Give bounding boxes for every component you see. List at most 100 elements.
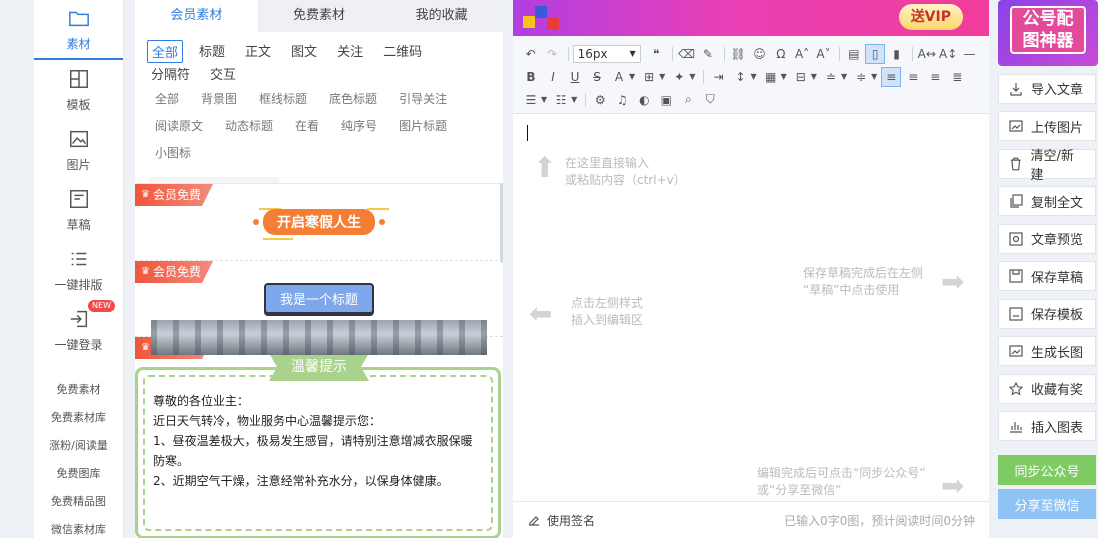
- subcategory-chip[interactable]: 纯序号: [341, 117, 377, 134]
- nav-item-templates[interactable]: 模板: [34, 60, 123, 120]
- save-template-button[interactable]: 保存模板: [998, 298, 1096, 329]
- column-left-icon[interactable]: ▯: [865, 43, 885, 64]
- subcategory-chip[interactable]: 动态标题: [225, 117, 273, 134]
- subcategory-chip[interactable]: 底色标题: [329, 90, 377, 107]
- chevron-down-icon[interactable]: ▼: [750, 72, 756, 81]
- insert-image-icon[interactable]: ▣: [656, 90, 676, 110]
- chevron-down-icon[interactable]: ▼: [781, 72, 787, 81]
- column-right-icon[interactable]: ▮: [887, 44, 906, 64]
- subcategory-chip[interactable]: 全部: [155, 90, 179, 107]
- category-chip[interactable]: 二维码: [379, 40, 426, 63]
- paste-icon[interactable]: ▤: [844, 44, 863, 64]
- nav-link[interactable]: 免费精品图: [34, 488, 123, 516]
- nav-item-auto-layout[interactable]: 一键排版: [34, 240, 123, 300]
- nav-link[interactable]: 免费素材: [34, 376, 123, 404]
- tab-my-favorites[interactable]: 我的收藏: [380, 0, 503, 32]
- horizontal-rule-icon[interactable]: —: [960, 44, 979, 64]
- signature-button[interactable]: 使用签名: [547, 512, 595, 529]
- format-brush-icon[interactable]: ✎: [698, 44, 717, 64]
- building-photo[interactable]: [151, 320, 487, 355]
- vip-button[interactable]: 送VIP: [898, 4, 963, 30]
- nav-item-drafts[interactable]: 草稿: [34, 180, 123, 240]
- align-right-icon[interactable]: ≡: [925, 67, 945, 87]
- chevron-down-icon[interactable]: ▼: [871, 72, 877, 81]
- promo-banner[interactable]: 送VIP: [513, 0, 989, 36]
- emoji-icon[interactable]: ☺: [750, 44, 769, 64]
- tab-member-materials[interactable]: 会员素材: [135, 0, 258, 32]
- numbered-list-icon[interactable]: ☷: [551, 90, 571, 110]
- subcategory-chip[interactable]: 阅读原文: [155, 117, 203, 134]
- align-left-icon[interactable]: ≡: [881, 66, 902, 87]
- bullet-list-icon[interactable]: ☰: [521, 90, 541, 110]
- save-draft-button[interactable]: 保存草稿: [998, 261, 1096, 291]
- subcategory-chip[interactable]: 引导关注: [399, 90, 447, 107]
- tab-free-materials[interactable]: 免费素材: [258, 0, 381, 32]
- indent-icon[interactable]: ⇥: [708, 67, 728, 87]
- category-chip[interactable]: 分隔符: [147, 63, 194, 84]
- font-color-icon[interactable]: A: [609, 67, 629, 87]
- line-spacing-icon[interactable]: A↕: [938, 44, 957, 64]
- music-icon[interactable]: ♫: [612, 90, 632, 110]
- category-chip[interactable]: 全部: [147, 40, 184, 63]
- chevron-down-icon[interactable]: ▼: [629, 72, 635, 81]
- copy-all-button[interactable]: 复制全文: [998, 186, 1096, 216]
- nav-item-login[interactable]: NEW 一键登录: [34, 300, 123, 360]
- nav-item-images[interactable]: 图片: [34, 120, 123, 180]
- insert-chart-button[interactable]: 插入图表: [998, 411, 1096, 441]
- table-icon[interactable]: ▦: [761, 67, 781, 87]
- font-size-select[interactable]: 16px ▼: [572, 44, 641, 63]
- palette-icon[interactable]: ◐: [634, 90, 654, 110]
- font-increase-icon[interactable]: A˄: [793, 44, 812, 64]
- vertical-align-icon[interactable]: ≑: [851, 67, 871, 87]
- chevron-down-icon[interactable]: ▼: [841, 72, 847, 81]
- link-icon[interactable]: ⛓: [729, 44, 748, 64]
- subcategory-chip[interactable]: 小图标: [155, 144, 191, 161]
- quote-icon[interactable]: ❝: [647, 44, 666, 64]
- nav-link[interactable]: 涨粉/阅读量: [34, 432, 123, 460]
- clear-new-button[interactable]: 清空/新建: [998, 148, 1096, 183]
- nav-link[interactable]: 免费素材库: [34, 404, 123, 432]
- chevron-down-icon[interactable]: ▼: [811, 72, 817, 81]
- subcategory-chip[interactable]: 在看: [295, 117, 319, 134]
- subcategory-chip[interactable]: 框线标题: [259, 90, 307, 107]
- omega-icon[interactable]: Ω: [771, 44, 790, 64]
- category-chip[interactable]: 标题: [195, 40, 229, 63]
- preview-button[interactable]: 文章预览: [998, 223, 1096, 254]
- material-card[interactable]: ♛会员免费 尊敬的各位业主： 近日天气转冷，物业服务中心温馨提示您： 1、昼夜温…: [135, 337, 503, 538]
- settings-icon[interactable]: ⚙: [590, 90, 610, 110]
- nav-item-materials[interactable]: 素材: [34, 0, 123, 60]
- letter-spacing-icon[interactable]: A↔: [917, 44, 936, 64]
- strikethrough-icon[interactable]: S: [587, 67, 607, 87]
- undo-icon[interactable]: ↶: [521, 44, 540, 64]
- subcategory-chip[interactable]: 图片标题: [399, 117, 447, 134]
- category-chip[interactable]: 图文: [287, 40, 321, 63]
- nav-link[interactable]: 免费图库: [34, 460, 123, 488]
- subcategory-chip[interactable]: 背景图: [201, 90, 237, 107]
- promo-logo[interactable]: 公号配 图神器: [998, 0, 1098, 66]
- chevron-down-icon[interactable]: ▼: [659, 72, 665, 81]
- long-image-button[interactable]: 生成长图: [998, 336, 1096, 366]
- magic-wand-icon[interactable]: ✦: [669, 67, 689, 87]
- underline-icon[interactable]: U: [565, 67, 585, 87]
- border-icon[interactable]: ⊞: [639, 67, 659, 87]
- line-height-icon[interactable]: ↕: [730, 67, 750, 87]
- share-wechat-button[interactable]: 分享至微信: [998, 489, 1096, 519]
- category-chip[interactable]: 交互: [206, 63, 240, 84]
- grid-icon[interactable]: ⊟: [791, 67, 811, 87]
- favorite-reward-button[interactable]: 收藏有奖: [998, 373, 1096, 404]
- upload-image-button[interactable]: 上传图片: [998, 111, 1096, 141]
- chevron-down-icon[interactable]: ▼: [541, 95, 547, 104]
- chevron-down-icon[interactable]: ▼: [571, 95, 577, 104]
- sync-wechat-button[interactable]: 同步公众号: [998, 455, 1096, 485]
- italic-icon[interactable]: I: [543, 67, 563, 87]
- eraser-icon[interactable]: ⌫: [677, 44, 696, 64]
- align-middle-icon[interactable]: ≐: [821, 67, 841, 87]
- image-search-icon[interactable]: ⌕: [678, 90, 698, 110]
- font-decrease-icon[interactable]: A˅: [814, 44, 833, 64]
- bold-icon[interactable]: B: [521, 67, 541, 87]
- nav-link[interactable]: 微信素材库: [34, 516, 123, 538]
- material-card[interactable]: ♛ 会员免费 开启寒假人生: [135, 184, 503, 261]
- chevron-down-icon[interactable]: ▼: [689, 72, 695, 81]
- import-article-button[interactable]: 导入文章: [998, 73, 1096, 104]
- shield-icon[interactable]: ⛉: [700, 90, 720, 110]
